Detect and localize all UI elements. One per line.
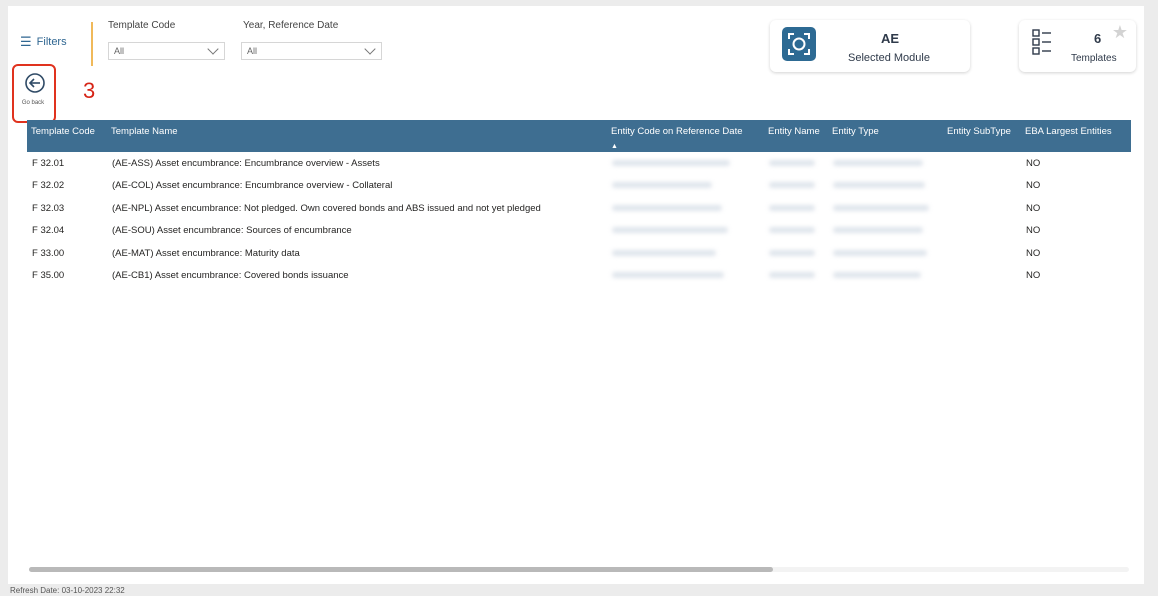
redacted-cell: [764, 152, 828, 175]
column-header[interactable]: Entity SubType: [943, 120, 1021, 152]
redacted-cell: [607, 220, 764, 243]
go-back-button[interactable]: Go back: [22, 72, 48, 116]
table-row[interactable]: F 35.00 (AE-CB1) Asset encumbrance: Cover…: [27, 265, 1131, 288]
redacted-cell: [607, 265, 764, 288]
go-back-label: Go back: [21, 100, 45, 106]
column-header[interactable]: Entity Name: [764, 120, 828, 152]
redacted-cell: [764, 197, 828, 220]
column-header[interactable]: Template Code: [27, 120, 107, 152]
table-cell: NO: [1026, 157, 1041, 169]
templates-count-card: 6 Templates ★: [1019, 20, 1136, 72]
redacted-cell: [828, 220, 943, 243]
template-code-value: All: [114, 46, 125, 56]
selected-module-card: AE Selected Module: [770, 20, 970, 72]
chevron-down-icon: [364, 43, 376, 55]
column-header[interactable]: EBA Largest Entities: [1021, 120, 1131, 152]
table-cell: F 33.00: [32, 247, 65, 259]
redacted-cell: [828, 242, 943, 265]
horizontal-scrollbar[interactable]: [29, 567, 773, 572]
table-cell: (AE-ASS) Asset encumbrance: Encumbrance …: [112, 157, 380, 169]
redacted-cell: [764, 242, 828, 265]
table-cell: NO: [1026, 270, 1041, 282]
table-cell: F 32.03: [32, 202, 65, 214]
table-cell: F 32.04: [32, 225, 65, 237]
star-icon[interactable]: ★: [1112, 22, 1128, 43]
redacted-cell: [607, 175, 764, 198]
year-slicer[interactable]: All: [241, 42, 382, 60]
chevron-down-icon: [207, 43, 219, 55]
templates-label: Templates: [1071, 53, 1117, 64]
step-number: 3: [83, 78, 96, 103]
table-row[interactable]: F 32.04 (AE-SOU) Asset encumbrance: Sourc…: [27, 220, 1131, 243]
list-icon: [1031, 27, 1053, 62]
templates-table: Template Code Template Name Entity Code …: [27, 120, 1131, 580]
hamburger-icon: ☰: [20, 34, 32, 49]
sort-ascending-icon: ▲: [611, 143, 618, 150]
table-cell: (AE-CB1) Asset encumbrance: Covered bond…: [112, 270, 349, 282]
table-cell: (AE-SOU) Asset encumbrance: Sources of e…: [112, 225, 352, 237]
redacted-cell: [764, 265, 828, 288]
table-cell: [943, 152, 1021, 175]
year-slicer-label: Year, Reference Date: [243, 20, 339, 31]
template-code-slicer-label: Template Code: [108, 20, 176, 31]
redacted-cell: [828, 152, 943, 175]
table-header-row: Template Code Template Name Entity Code …: [27, 120, 1131, 152]
table-cell: NO: [1026, 247, 1041, 259]
table-cell: (AE-COL) Asset encumbrance: Encumbrance …: [112, 180, 393, 192]
table-row[interactable]: F 32.01 (AE-ASS) Asset encumbrance: Encum…: [27, 152, 1131, 175]
table-cell: [943, 175, 1021, 198]
column-header[interactable]: Template Name: [107, 120, 607, 152]
filters-button[interactable]: ☰ Filters: [20, 34, 67, 49]
filters-label: Filters: [36, 36, 67, 48]
arrow-left-circle-icon: [25, 73, 45, 93]
filters-divider: [91, 22, 93, 66]
redacted-cell: [764, 175, 828, 198]
table-row[interactable]: F 32.02 (AE-COL) Asset encumbrance: Encum…: [27, 175, 1131, 198]
redacted-cell: [764, 220, 828, 243]
table-cell: (AE-MAT) Asset encumbrance: Maturity dat…: [112, 247, 300, 259]
table-cell: [943, 265, 1021, 288]
table-cell: NO: [1026, 225, 1041, 237]
table-cell: F 32.01: [32, 157, 65, 169]
column-header[interactable]: Entity Type: [828, 120, 943, 152]
table-cell: NO: [1026, 202, 1041, 214]
table-row[interactable]: F 32.03 (AE-NPL) Asset encumbrance: Not p…: [27, 197, 1131, 220]
year-value: All: [247, 46, 258, 56]
redacted-cell: [607, 242, 764, 265]
redacted-cell: [828, 197, 943, 220]
redacted-cell: [607, 152, 764, 175]
column-header-sorted[interactable]: Entity Code on Reference Date ▲: [607, 120, 764, 152]
table-cell: [943, 197, 1021, 220]
module-label: Selected Module: [848, 52, 930, 64]
table-cell: [943, 220, 1021, 243]
table-cell: (AE-NPL) Asset encumbrance: Not pledged.…: [112, 202, 541, 214]
redacted-cell: [828, 265, 943, 288]
refresh-date: Refresh Date: 03-10-2023 22:32: [10, 586, 125, 595]
table-cell: NO: [1026, 180, 1041, 192]
scan-icon: [782, 27, 816, 61]
redacted-cell: [828, 175, 943, 198]
table-cell: F 35.00: [32, 270, 65, 282]
table-row[interactable]: F 33.00 (AE-MAT) Asset encumbrance: Matur…: [27, 242, 1131, 265]
templates-value: 6: [1094, 31, 1102, 46]
redacted-cell: [607, 197, 764, 220]
template-code-slicer[interactable]: All: [108, 42, 225, 60]
table-cell: [943, 242, 1021, 265]
table-cell: F 32.02: [32, 180, 65, 192]
module-value: AE: [881, 31, 900, 46]
